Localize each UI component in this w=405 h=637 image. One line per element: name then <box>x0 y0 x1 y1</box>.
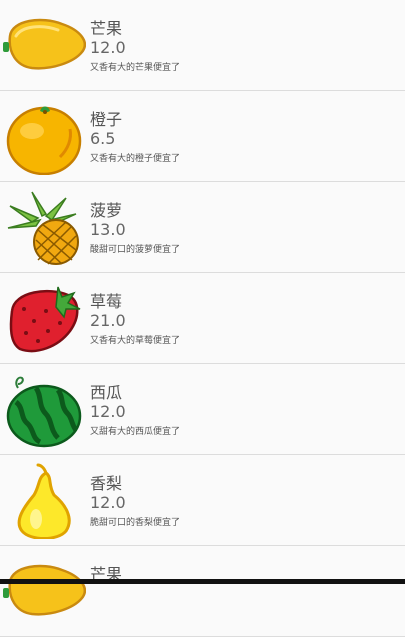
list-item[interactable]: 芒果 12.0 又香有大的芒果便宜了 <box>0 0 405 91</box>
item-name: 橙子 <box>90 110 123 129</box>
item-name: 芒果 <box>90 19 123 38</box>
item-description: 又香有大的芒果便宜了 <box>90 63 181 73</box>
mango-icon <box>3 18 86 70</box>
watermelon-icon <box>6 376 82 448</box>
item-description: 又香有大的橙子便宜了 <box>90 154 181 164</box>
list-item[interactable]: 橙子 6.5 又香有大的橙子便宜了 <box>0 91 405 182</box>
item-price: 12.0 <box>90 402 126 421</box>
item-price: 12.0 <box>90 493 126 512</box>
list-item[interactable]: 草莓 21.0 又香有大的草莓便宜了 <box>0 273 405 364</box>
item-description: 又香有大的草莓便宜了 <box>90 336 181 346</box>
pear-icon <box>17 463 71 539</box>
fruit-list[interactable]: 芒果 12.0 又香有大的芒果便宜了 橙子 6.5 又香有大的橙子便宜了 菠萝 … <box>0 0 405 637</box>
list-item[interactable]: 菠萝 13.0 酸甜可口的菠萝便宜了 <box>0 182 405 273</box>
item-name: 草莓 <box>90 292 123 311</box>
orange-icon <box>6 106 82 175</box>
item-price: 12.0 <box>90 38 126 57</box>
strawberry-icon <box>9 286 81 353</box>
list-item[interactable]: 西瓜 12.0 又甜有大的西瓜便宜了 <box>0 364 405 455</box>
list-item[interactable]: 香梨 12.0 脆甜可口的香梨便宜了 <box>0 455 405 546</box>
pineapple-icon <box>7 191 79 265</box>
list-item[interactable]: 芒果 <box>0 546 405 637</box>
item-description: 脆甜可口的香梨便宜了 <box>90 518 181 528</box>
navigation-bar-edge <box>0 579 405 584</box>
mango-icon <box>3 564 86 616</box>
item-price: 21.0 <box>90 311 126 330</box>
item-name: 西瓜 <box>90 383 123 402</box>
item-name: 菠萝 <box>90 201 123 220</box>
item-description: 又甜有大的西瓜便宜了 <box>90 427 181 437</box>
item-price: 6.5 <box>90 129 116 148</box>
item-description: 酸甜可口的菠萝便宜了 <box>90 245 181 255</box>
item-name: 香梨 <box>90 474 123 493</box>
item-price: 13.0 <box>90 220 126 239</box>
